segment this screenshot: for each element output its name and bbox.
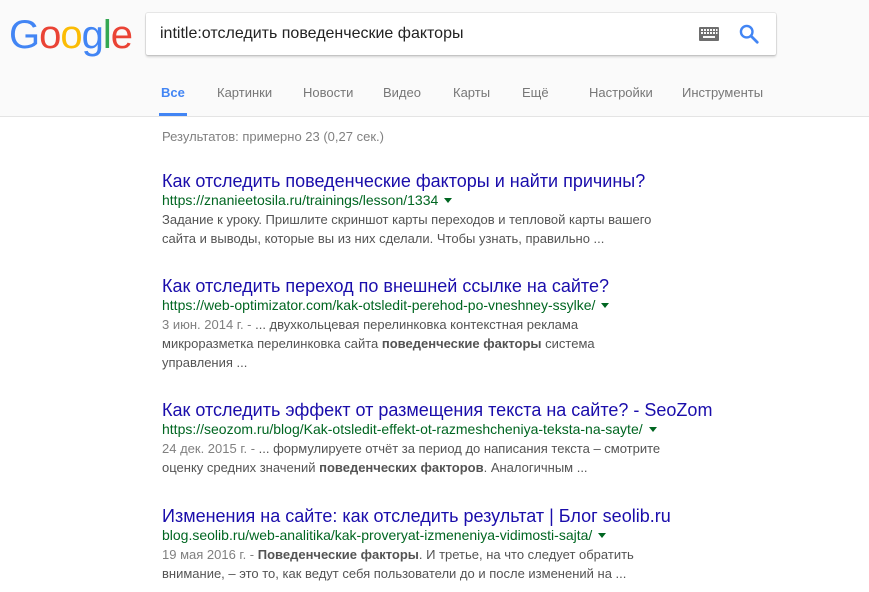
snippet-line: оценку средних значений поведенческих фа… <box>162 458 702 477</box>
tab-video[interactable]: Видео <box>383 76 421 116</box>
snippet-text: система <box>541 336 595 351</box>
snippet-text: микроразметка перелинковка сайта <box>162 336 382 351</box>
logo-letter-e: e <box>110 13 133 57</box>
result-snippet: 3 июн. 2014 г. - ... двухкольцевая перел… <box>162 315 702 372</box>
result-date: 19 мая 2016 г. - <box>162 547 258 562</box>
search-input[interactable] <box>160 13 680 55</box>
tab-maps[interactable]: Карты <box>453 76 490 116</box>
snippet-highlight: поведенческие факторы <box>381 336 542 351</box>
snippet-text: ... формулируете отчёт за период до напи… <box>258 441 661 456</box>
result-url-row: blog.seolib.ru/web-analitika/kak-provery… <box>162 527 722 545</box>
snippet-text: оценку средних значений <box>162 460 320 475</box>
snippet-line: 19 мая 2016 г. - Поведенческие факторы. … <box>162 545 702 564</box>
tab-all[interactable]: Все <box>159 76 187 116</box>
snippet-line: микроразметка перелинковка сайта поведен… <box>162 334 702 353</box>
snippet-highlight: Поведенческие факторы <box>257 547 419 562</box>
tab-images[interactable]: Картинки <box>217 76 272 116</box>
result-url[interactable]: blog.seolib.ru/web-analitika/kak-provery… <box>162 527 592 543</box>
result-snippet: 19 мая 2016 г. - Поведенческие факторы. … <box>162 545 702 583</box>
url-dropdown-arrow-icon[interactable] <box>598 533 607 539</box>
result-stats: Результатов: примерно 23 (0,27 сек.) <box>162 129 384 144</box>
logo-letter-g2: g <box>81 13 104 57</box>
result-title-link[interactable]: Изменения на сайте: как отследить резуль… <box>162 505 722 527</box>
result-snippet: 24 дек. 2015 г. - ... формулируете отчёт… <box>162 439 702 477</box>
snippet-text: . И третье, на что следует обратить <box>418 547 634 562</box>
snippet-text: . Аналогичным ... <box>483 460 588 475</box>
result-date: 24 дек. 2015 г. - <box>162 441 259 456</box>
result-url[interactable]: https://seozom.ru/blog/Kak-otsledit-effe… <box>162 421 643 437</box>
tab-settings[interactable]: Настройки <box>589 76 653 116</box>
result-url-row: https://web-optimizator.com/kak-otsledit… <box>162 297 722 315</box>
snippet-highlight: поведенческих факторов <box>319 460 484 475</box>
result-url-row: https://seozom.ru/blog/Kak-otsledit-effe… <box>162 421 722 439</box>
result-title-link[interactable]: Как отследить поведенческие факторы и на… <box>162 170 722 192</box>
search-result: Изменения на сайте: как отследить резуль… <box>162 505 722 583</box>
keyboard-icon[interactable] <box>699 27 719 41</box>
logo-letter-l: l <box>102 13 112 57</box>
snippet-line: внимание, – это то, как ведут себя польз… <box>162 566 627 581</box>
search-result: Как отследить поведенческие факторы и на… <box>162 170 722 248</box>
search-result: Как отследить эффект от размещения текст… <box>162 399 722 477</box>
result-url-row: https://znanieetosila.ru/trainings/lesso… <box>162 192 722 210</box>
snippet-line: 24 дек. 2015 г. - ... формулируете отчёт… <box>162 439 702 458</box>
logo-letter-o1: o <box>39 13 61 57</box>
snippet-line: управления ... <box>162 355 248 370</box>
result-title-link[interactable]: Как отследить переход по внешней ссылке … <box>162 275 722 297</box>
result-date: 3 июн. 2014 г. - <box>162 317 256 332</box>
result-url[interactable]: https://web-optimizator.com/kak-otsledit… <box>162 297 595 313</box>
url-dropdown-arrow-icon[interactable] <box>648 427 657 433</box>
snippet-line: сайта и выводы, которые вы из них сделал… <box>162 231 605 246</box>
logo-letter-g1: G <box>9 13 40 57</box>
search-result: Как отследить переход по внешней ссылке … <box>162 275 722 372</box>
logo-letter-o2: o <box>60 13 82 57</box>
search-tabs: Все Картинки Новости Видео Карты Ещё Нас… <box>0 76 869 116</box>
result-url[interactable]: https://znanieetosila.ru/trainings/lesso… <box>162 192 438 208</box>
search-icon[interactable] <box>738 23 760 45</box>
result-title-link[interactable]: Как отследить эффект от размещения текст… <box>162 399 722 421</box>
search-box <box>146 13 776 55</box>
url-dropdown-arrow-icon[interactable] <box>444 198 453 204</box>
tab-more[interactable]: Ещё <box>522 76 549 116</box>
search-header: Google Все Картинки Новости Видео Карты … <box>0 0 869 117</box>
snippet-line: Задание к уроку. Пришлите скриншот карты… <box>162 212 652 227</box>
tab-news[interactable]: Новости <box>303 76 353 116</box>
result-snippet: Задание к уроку. Пришлите скриншот карты… <box>162 210 702 248</box>
url-dropdown-arrow-icon[interactable] <box>601 303 610 309</box>
tab-tools[interactable]: Инструменты <box>682 76 763 116</box>
snippet-line: 3 июн. 2014 г. - ... двухкольцевая перел… <box>162 315 702 334</box>
snippet-text: ... двухкольцевая перелинковка контекстн… <box>255 317 579 332</box>
google-logo[interactable]: Google <box>9 12 133 58</box>
